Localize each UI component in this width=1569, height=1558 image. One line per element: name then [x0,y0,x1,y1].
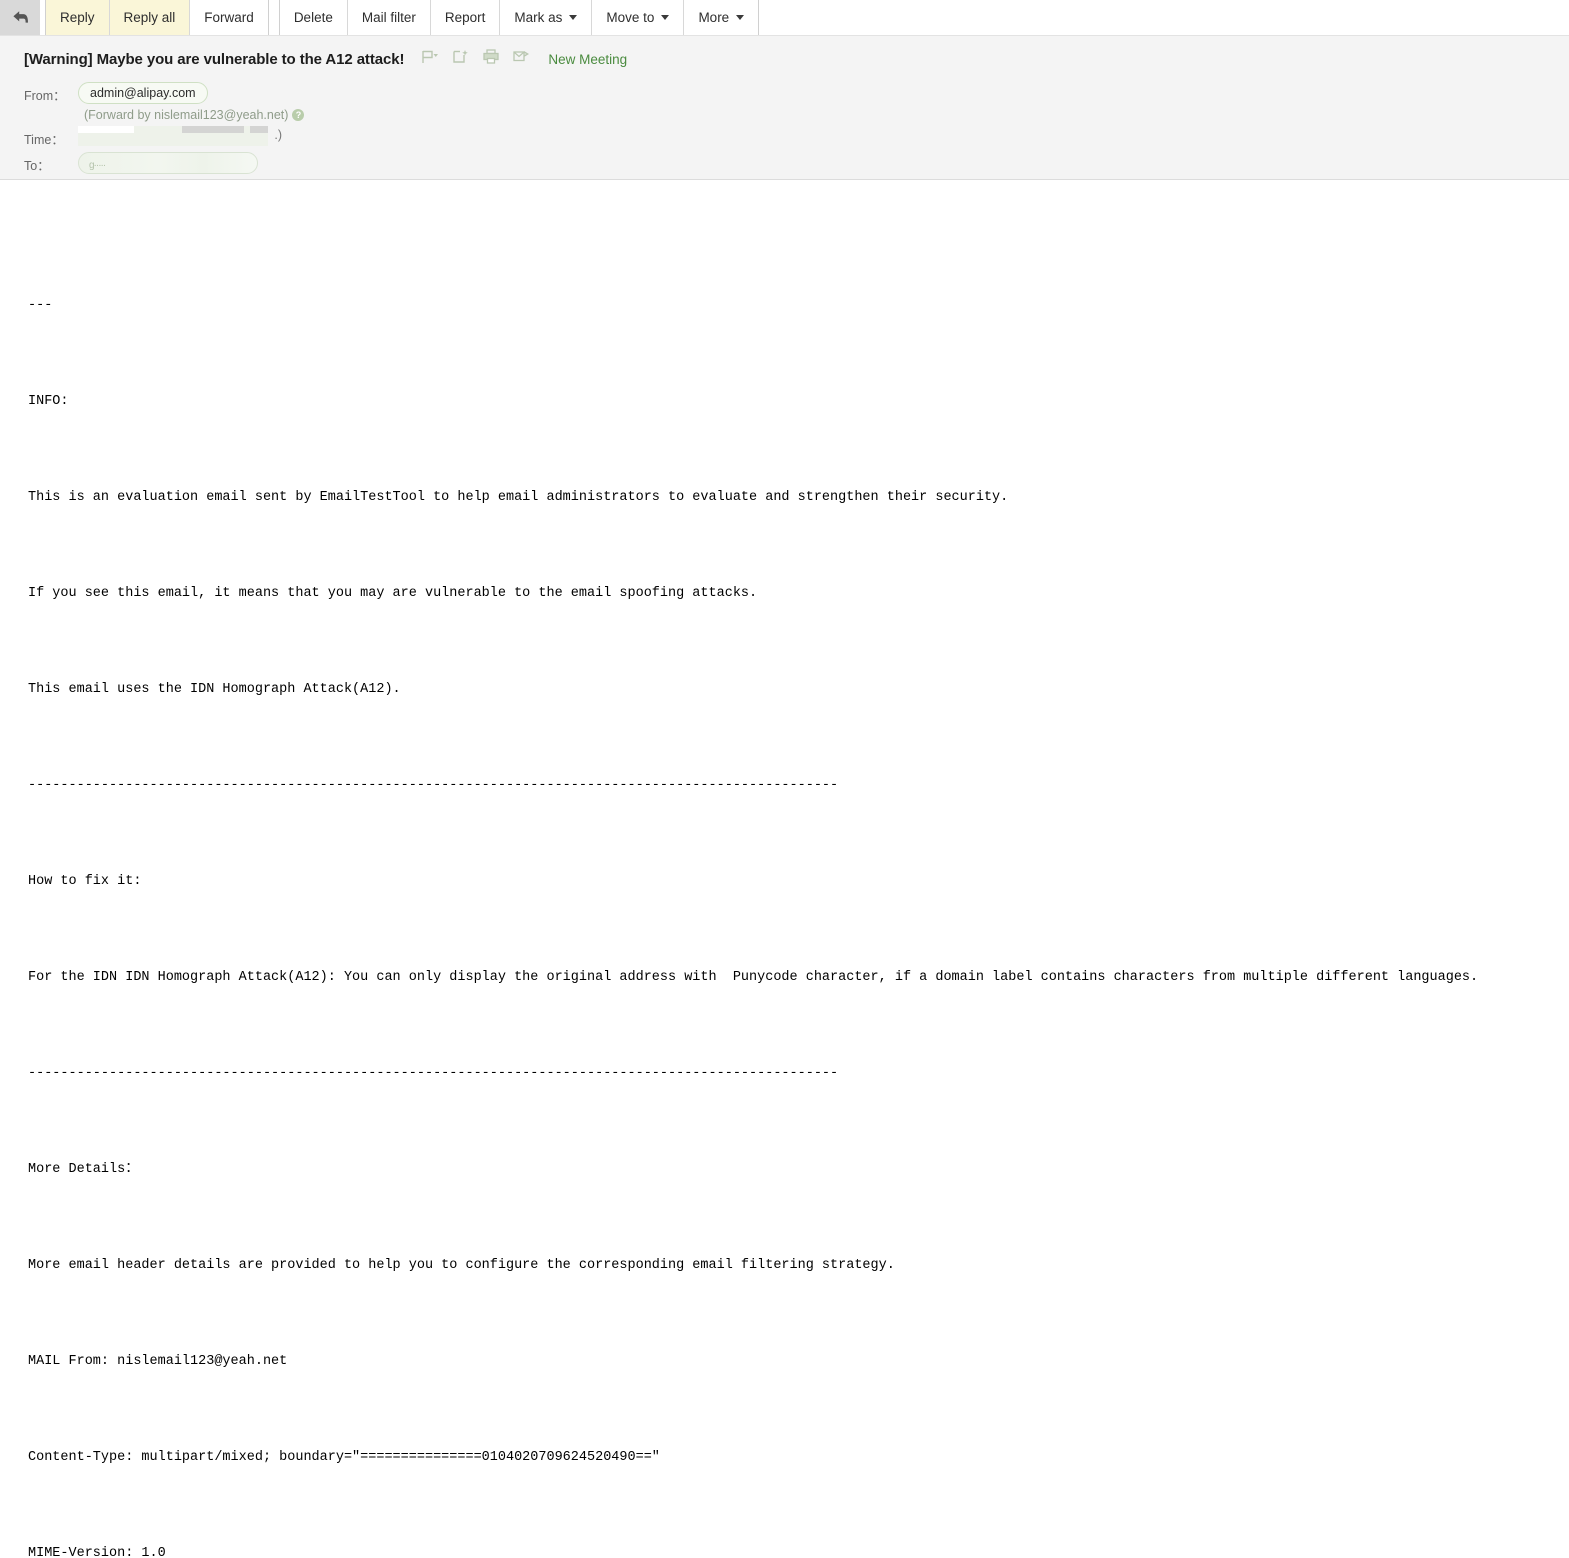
flag-icon[interactable] [422,50,439,69]
from-row: From： admin@alipay.com (Forward by nisle… [0,82,1569,122]
move-to-dropdown[interactable]: Move to [592,0,685,35]
reply-all-button-label: Reply all [123,9,176,25]
back-button[interactable] [0,0,40,35]
to-row: To： g····· [0,152,1569,174]
body-line: --- [28,298,53,313]
to-redaction-pill[interactable]: g····· [78,152,258,174]
mail-filter-button[interactable]: Mail filter [347,0,431,35]
body-line: This is an evaluation email sent by Emai… [28,490,1009,505]
forward-note-text: (Forward by nislemail123@yeah.net) [84,108,289,122]
body-separator-line: ----------------------------------------… [28,1066,839,1081]
body-line: MIME-Version: 1.0 [28,1546,166,1558]
body-line: Content-Type: multipart/mixed; boundary=… [28,1450,660,1465]
chevron-down-icon [661,15,670,20]
more-dropdown[interactable]: More [684,0,759,35]
report-button-label: Report [444,9,486,25]
reply-button[interactable]: Reply [46,0,110,35]
delete-button[interactable]: Delete [279,0,348,35]
more-label: More [698,9,730,25]
from-address-pill[interactable]: admin@alipay.com [78,82,208,104]
body-line: If you see this email, it means that you… [28,586,758,601]
toolbar-group-secondary: Delete Mail filter Report Mark as Move t… [278,0,760,35]
toolbar-group-primary: Reply Reply all Forward [45,0,269,35]
forward-mail-icon[interactable] [513,49,530,69]
forward-note: (Forward by nislemail123@yeah.net) ? [78,104,305,122]
to-smudge-text: g····· [89,160,106,171]
to-label: To： [24,159,50,173]
time-suffix: .) [274,128,282,142]
page-title: [Warning] Maybe you are vulnerable to th… [24,50,405,68]
mail-field-rows: From： admin@alipay.com (Forward by nisle… [0,82,1569,174]
forward-button[interactable]: Forward [190,0,268,35]
move-to-label: Move to [606,9,655,25]
time-row: Time： .) [0,126,1569,148]
body-line: This email uses the IDN Homograph Attack… [28,682,401,697]
forward-button-label: Forward [204,9,254,25]
help-icon[interactable]: ? [292,109,305,121]
body-line: More Details： [28,1162,139,1177]
subject-row: [Warning] Maybe you are vulnerable to th… [0,48,1569,70]
mail-filter-button-label: Mail filter [361,9,416,25]
mail-body: --- INFO: This is an evaluation email se… [0,180,1569,1558]
body-line: INFO: [28,394,69,409]
back-arrow-icon [12,10,29,25]
to-value-redacted: g····· [78,152,258,174]
body-line: More email header details are provided t… [28,1258,895,1273]
mail-header: [Warning] Maybe you are vulnerable to th… [0,36,1569,180]
chevron-down-icon [569,15,578,20]
reply-all-button[interactable]: Reply all [109,0,191,35]
delete-button-label: Delete [293,9,333,25]
from-label: From： [24,89,66,103]
reply-button-label: Reply [60,9,95,25]
body-separator-line: ----------------------------------------… [28,778,839,793]
header-action-icons [422,49,530,69]
time-redaction-block [78,126,268,146]
mail-toolbar: Reply Reply all Forward Delete Mail filt… [0,0,1569,36]
time-label: Time： [24,133,64,147]
from-value: admin@alipay.com (Forward by nislemail12… [78,82,305,122]
note-icon[interactable] [453,49,469,69]
body-line: How to fix it: [28,874,142,889]
print-icon[interactable] [483,49,499,69]
report-button[interactable]: Report [430,0,501,35]
time-value-redacted: .) [78,126,282,146]
body-line: MAIL From: nislemail123@yeah.net [28,1354,288,1369]
mark-as-dropdown[interactable]: Mark as [500,0,593,35]
mark-as-label: Mark as [514,9,563,25]
chevron-down-icon [736,15,745,20]
body-line: For the IDN IDN Homograph Attack(A12): Y… [28,970,1479,985]
new-meeting-link[interactable]: New Meeting [548,52,627,67]
